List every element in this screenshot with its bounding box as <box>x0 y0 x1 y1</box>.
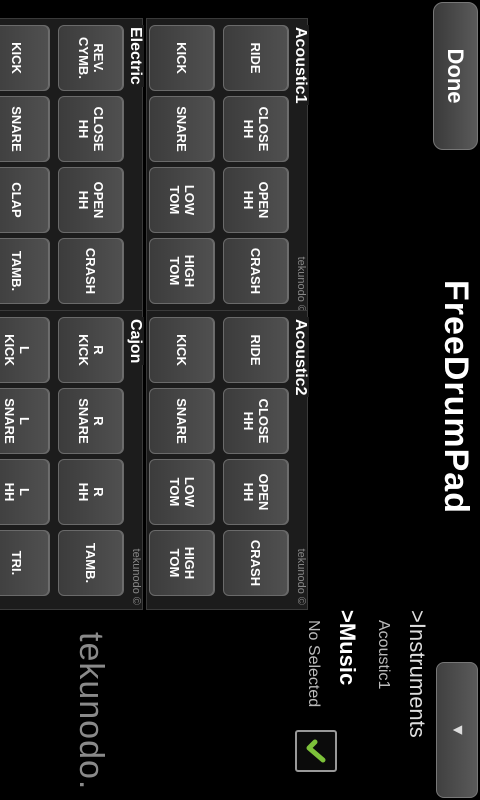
pad-high-tom[interactable]: HIGH TOM <box>149 530 215 596</box>
panel-acoustic2: Acoustic2 tekunodo © RIDE CLOSE HH OPEN … <box>146 310 309 610</box>
panel-title: Acoustic2 <box>291 317 309 398</box>
pad-r-snare[interactable]: R SNARE <box>58 388 124 454</box>
panel-electric: Electric REV. CYMB. CLOSE HH OPEN HH CRA… <box>0 18 144 318</box>
pad-r-kick[interactable]: R KICK <box>58 317 124 383</box>
pad-high-tom[interactable]: HIGH TOM <box>149 238 215 304</box>
pad-tamb[interactable]: TAMB. <box>0 238 50 304</box>
music-menu-link[interactable]: >Music <box>334 610 360 685</box>
landscape-stage: Done FreeDrumPad ▼ Acoustic1 tekunodo © … <box>0 0 480 800</box>
panel-credit: tekunodo © <box>130 548 142 605</box>
pad-open-hh[interactable]: OPEN HH <box>223 167 289 233</box>
pad-crash[interactable]: CRASH <box>223 238 289 304</box>
chevron-down-icon: ▼ <box>449 722 466 738</box>
pad-tamb[interactable]: TAMB. <box>58 530 124 596</box>
pad-kick[interactable]: KICK <box>149 25 215 91</box>
instruments-menu-link[interactable]: >Instruments <box>404 610 430 738</box>
selected-music: No Selected <box>305 620 322 708</box>
pad-close-hh[interactable]: CLOSE HH <box>223 96 289 162</box>
pad-close-hh[interactable]: CLOSE HH <box>223 388 289 454</box>
checkmark-icon <box>306 739 326 763</box>
pad-l-kick[interactable]: L KICK <box>0 317 50 383</box>
panel-credit: tekunodo © <box>295 256 307 313</box>
app-title: FreeDrumPad <box>437 280 475 514</box>
pad-kick[interactable]: KICK <box>149 317 215 383</box>
pad-snare[interactable]: SNARE <box>149 388 215 454</box>
panel-title: Electric <box>126 25 144 87</box>
pad-open-hh[interactable]: OPEN HH <box>223 459 289 525</box>
pad-ride[interactable]: RIDE <box>223 25 289 91</box>
done-label: Done <box>443 48 469 104</box>
pad-l-hh[interactable]: L HH <box>0 459 50 525</box>
panel-cajon: Cajon tekunodo © R KICK R SNARE R HH TAM… <box>0 310 144 610</box>
pad-low-tom[interactable]: LOW TOM <box>149 167 215 233</box>
pad-rev-cymb[interactable]: REV. CYMB. <box>58 25 124 91</box>
pad-kick[interactable]: KICK <box>0 25 50 91</box>
panel-title: Cajon <box>126 317 144 366</box>
music-checkbox[interactable] <box>295 730 337 772</box>
panel-title: Acoustic1 <box>291 25 309 106</box>
done-button[interactable]: Done <box>433 2 478 150</box>
pad-l-snare[interactable]: L SNARE <box>0 388 50 454</box>
pad-r-hh[interactable]: R HH <box>58 459 124 525</box>
pad-close-hh[interactable]: CLOSE HH <box>58 96 124 162</box>
panel-credit: tekunodo © <box>295 548 307 605</box>
menu-dropdown-button[interactable]: ▼ <box>436 662 478 798</box>
pad-crash[interactable]: CRASH <box>223 530 289 596</box>
pad-low-tom[interactable]: LOW TOM <box>149 459 215 525</box>
pad-clap[interactable]: CLAP <box>0 167 50 233</box>
pad-open-hh[interactable]: OPEN HH <box>58 167 124 233</box>
pad-snare[interactable]: SNARE <box>0 96 50 162</box>
panel-acoustic1: Acoustic1 tekunodo © RIDE CLOSE HH OPEN … <box>146 18 309 318</box>
tekunodo-logo: tekunodo. <box>72 632 110 791</box>
selected-instrument: Acoustic1 <box>375 620 392 690</box>
pad-crash[interactable]: CRASH <box>58 238 124 304</box>
pad-snare[interactable]: SNARE <box>149 96 215 162</box>
pad-tri[interactable]: TRI. <box>0 530 50 596</box>
pad-ride[interactable]: RIDE <box>223 317 289 383</box>
